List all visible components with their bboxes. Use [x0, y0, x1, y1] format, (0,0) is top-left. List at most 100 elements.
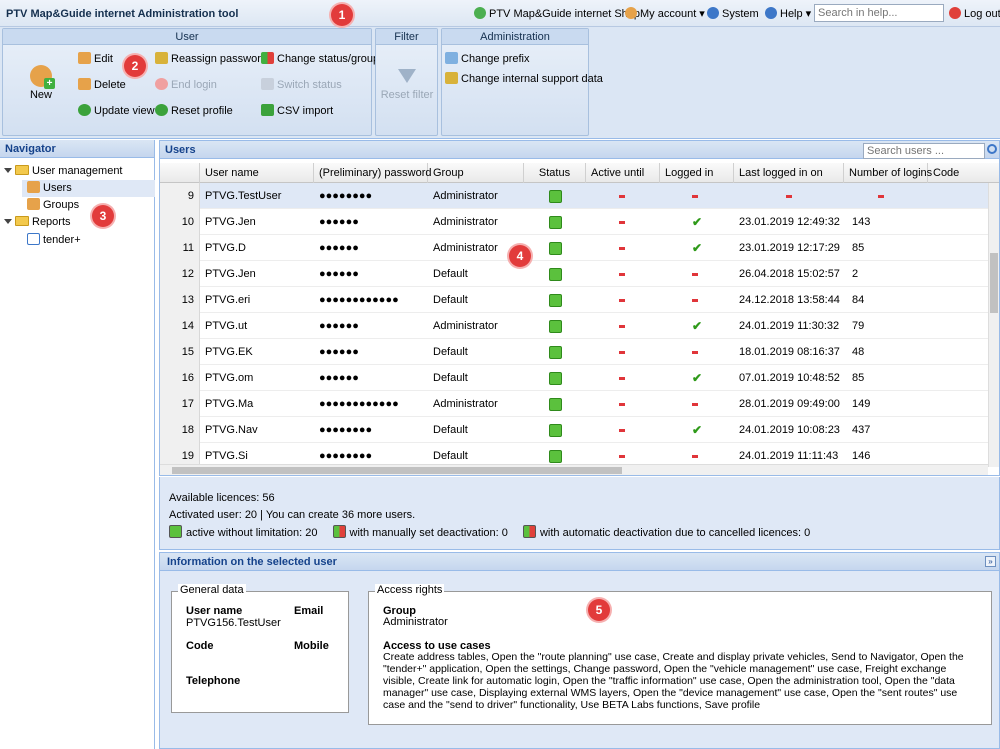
cell-last-logged: 18.01.2019 08:16:37 — [739, 346, 840, 358]
cell-status — [524, 287, 586, 313]
none-icon — [692, 350, 698, 354]
help-icon — [765, 7, 777, 19]
tree-user-management[interactable]: User management — [4, 163, 123, 180]
help-search-input[interactable] — [814, 4, 944, 22]
reassign-password-button[interactable]: Reassign password — [155, 51, 267, 67]
table-row[interactable]: 18 PTVG.Nav ●●●●●●●● Default ✔ 24.01.2019 10:… — [160, 417, 988, 443]
scroll-thumb[interactable] — [990, 253, 998, 313]
general-data-legend: General data — [178, 584, 246, 596]
header-status[interactable]: Status — [524, 163, 586, 183]
table-row[interactable]: 10 PTVG.Jen ●●●●●● Administrator ✔ 23.01.2019… — [160, 209, 988, 235]
system-menu[interactable]: System — [707, 6, 759, 22]
cell-logged-in: ✔ — [660, 417, 734, 443]
cell-password: ●●●●●● — [319, 268, 359, 280]
table-row[interactable]: 9 PTVG.TestUser ●●●●●●●● Administrator — [160, 183, 988, 209]
help-menu[interactable]: Help ▾ — [765, 6, 811, 22]
tree-tender[interactable]: tender+ — [27, 232, 81, 249]
tree-groups[interactable]: Groups — [27, 197, 79, 214]
row-number: 11 — [160, 235, 200, 261]
edit-button[interactable]: Edit — [78, 51, 113, 67]
none-icon — [619, 220, 625, 224]
selected-user-info: Information on the selected user » Gener… — [159, 552, 1000, 749]
header-logins[interactable]: Number of logins — [844, 163, 932, 183]
telephone-label: Telephone — [186, 675, 241, 687]
switch-status-button[interactable]: Switch status — [261, 77, 342, 93]
cell-user-name: PTVG.D — [205, 242, 246, 254]
table-row[interactable]: 11 PTVG.D ●●●●●● Administrator ✔ 23.01.2019 1… — [160, 235, 988, 261]
filter-group: Filter Reset filter — [375, 28, 438, 136]
check-icon: ✔ — [692, 371, 703, 385]
table-row[interactable]: 17 PTVG.Ma ●●●●●●●●●●●● Administrator 28.01.… — [160, 391, 988, 417]
access-rights-fieldset: Access rights Group Administrator Access… — [368, 584, 992, 725]
status-active-icon — [548, 397, 562, 411]
header-group[interactable]: Group — [428, 163, 524, 183]
change-prefix-button[interactable]: Change prefix — [445, 51, 530, 67]
cell-logged-in: ✔ — [660, 235, 734, 261]
header-last-logged[interactable]: Last logged in on — [734, 163, 844, 183]
none-icon — [878, 194, 884, 198]
cell-password: ●●●●●●●● — [319, 424, 373, 436]
cell-active-until — [586, 209, 660, 235]
header-code[interactable]: Code — [928, 163, 999, 183]
cell-active-until — [586, 235, 660, 261]
cell-status — [524, 209, 586, 235]
logout-link[interactable]: Log out — [949, 6, 1000, 22]
expand-arrow-icon[interactable] — [4, 219, 12, 224]
globe-icon — [474, 7, 486, 19]
csv-import-button[interactable]: CSV import — [261, 103, 333, 119]
support-edit-icon — [445, 72, 458, 84]
check-icon: ✔ — [692, 215, 703, 229]
cell-user-name: PTVG.om — [205, 372, 254, 384]
table-row[interactable]: 15 PTVG.EK ●●●●●● Default 18.01.2019 08:16:3… — [160, 339, 988, 365]
shop-link[interactable]: PTV Map&Guide internet Shop — [474, 6, 640, 22]
cell-group: Default — [433, 294, 468, 306]
cell-logins: 143 — [852, 216, 871, 228]
scroll-thumb[interactable] — [172, 467, 622, 474]
cell-status — [524, 183, 586, 209]
table-row[interactable]: 14 PTVG.ut ●●●●●● Administrator ✔ 24.01.2019 … — [160, 313, 988, 339]
users-icon — [27, 181, 40, 193]
my-account-menu[interactable]: My account ▾ — [625, 6, 705, 22]
check-icon: ✔ — [692, 319, 703, 333]
header-logged-in[interactable]: Logged in — [660, 163, 734, 183]
search-icon[interactable] — [987, 144, 997, 154]
none-icon — [619, 402, 625, 406]
cell-active-until — [586, 339, 660, 365]
tree-reports[interactable]: Reports — [4, 214, 71, 231]
table-row[interactable]: 12 PTVG.Jen ●●●●●● Default 26.04.2018 15:02:… — [160, 261, 988, 287]
table-row[interactable]: 16 PTVG.om ●●●●●● Default ✔ 07.01.2019 10:48:… — [160, 365, 988, 391]
cell-active-until — [586, 417, 660, 443]
reset-profile-button[interactable]: Reset profile — [155, 103, 233, 119]
tree-users[interactable]: Users — [22, 180, 155, 197]
email-label: Email — [294, 605, 324, 617]
table-row[interactable]: 13 PTVG.eri ●●●●●●●●●●●● Default 24.12.2018 … — [160, 287, 988, 313]
header-user-name[interactable]: User name — [200, 163, 314, 183]
none-icon — [692, 402, 698, 406]
end-login-button[interactable]: End login — [155, 77, 217, 93]
none-icon — [692, 454, 698, 458]
header-password[interactable]: (Preliminary) password — [314, 163, 431, 183]
cell-code — [928, 287, 988, 313]
auto-deactivation-icon — [522, 525, 536, 538]
change-status-group-button[interactable]: Change status/group — [261, 51, 379, 67]
expand-arrow-icon[interactable] — [4, 168, 12, 173]
cell-logged-in — [660, 183, 734, 209]
collapse-icon[interactable]: » — [985, 556, 996, 567]
row-number: 15 — [160, 339, 200, 365]
vertical-scrollbar[interactable] — [988, 183, 999, 467]
header-active-until[interactable]: Active until — [586, 163, 660, 183]
reset-filter-button[interactable]: Reset filter — [380, 69, 434, 105]
delete-button[interactable]: Delete — [78, 77, 126, 93]
row-number: 12 — [160, 261, 200, 287]
callout-badge-3: 3 — [92, 205, 114, 227]
cell-code — [928, 261, 988, 287]
users-grid: 9 PTVG.TestUser ●●●●●●●● Administrator 10 PTV… — [160, 183, 988, 467]
new-user-button[interactable]: + New — [23, 65, 59, 105]
users-search-input[interactable] — [863, 143, 985, 159]
cell-status — [524, 339, 586, 365]
horizontal-scrollbar[interactable] — [160, 464, 988, 475]
filter-group-title: Filter — [376, 29, 437, 45]
update-view-button[interactable]: Update view — [78, 103, 155, 119]
change-support-data-button[interactable]: Change internal support data — [445, 71, 603, 87]
cell-logins: 437 — [852, 424, 871, 436]
